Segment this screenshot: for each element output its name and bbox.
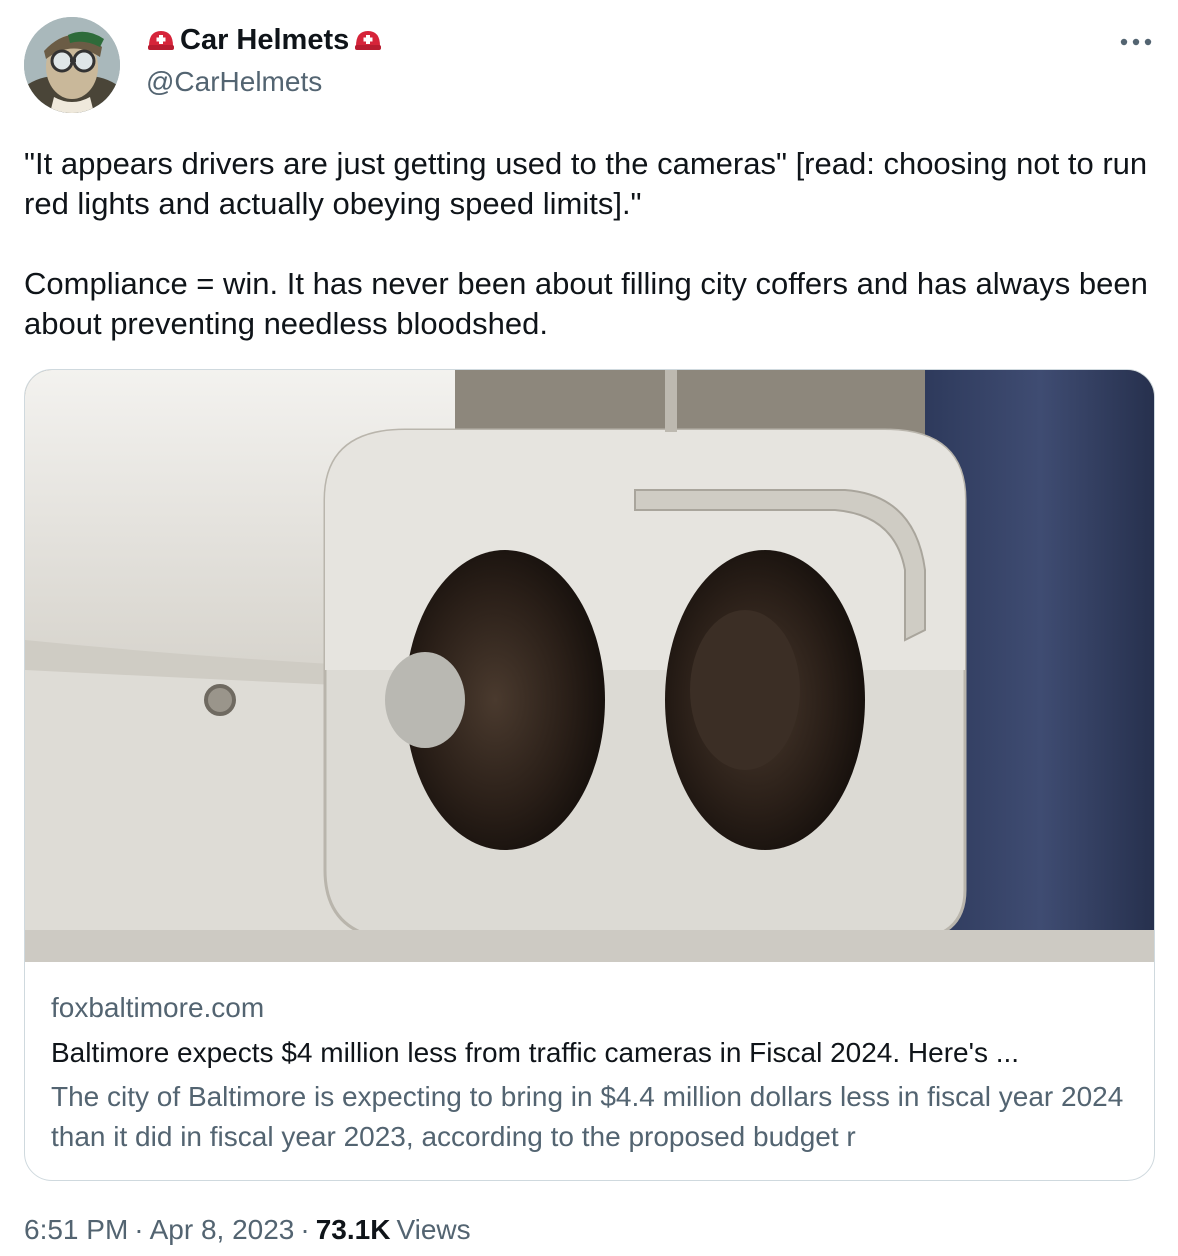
card-meta: foxbaltimore.com Baltimore expects $4 mi…: [51, 990, 1131, 1157]
tweet-paragraph: "It appears drivers are just getting use…: [24, 146, 1156, 221]
separator: ·: [134, 1214, 144, 1245]
tweet-date[interactable]: Apr 8, 2023: [150, 1214, 295, 1246]
views-count[interactable]: 73.1K: [316, 1214, 391, 1246]
author-handle[interactable]: @CarHelmets: [146, 66, 322, 98]
more-options-icon[interactable]: [1116, 30, 1156, 54]
card-description: The city of Baltimore is expecting to br…: [51, 1081, 1124, 1152]
card-domain[interactable]: foxbaltimore.com: [51, 990, 1131, 1026]
tweet-footer: 6:51 PM · Apr 8, 2023 · 73.1K Views: [24, 1214, 471, 1246]
tweet-time[interactable]: 6:51 PM: [24, 1214, 128, 1246]
aviator-avatar-icon: [24, 17, 120, 113]
tweet-text: "It appears drivers are just getting use…: [24, 144, 1154, 344]
helmet-icon: [146, 26, 176, 56]
helmet-icon: [353, 26, 383, 56]
card-image[interactable]: [25, 370, 1154, 962]
views-label: Views: [396, 1214, 471, 1245]
separator: ·: [300, 1214, 310, 1245]
card-title[interactable]: Baltimore expects $4 million less from t…: [51, 1035, 1131, 1071]
link-card[interactable]: foxbaltimore.com Baltimore expects $4 mi…: [24, 369, 1155, 1181]
tweet-paragraph: Compliance = win. It has never been abou…: [24, 266, 1157, 341]
author-name-row[interactable]: Car Helmets: [146, 24, 383, 57]
author-display-name: Car Helmets: [180, 24, 350, 56]
traffic-camera-photo-icon: [25, 370, 1154, 962]
avatar[interactable]: [24, 17, 120, 113]
